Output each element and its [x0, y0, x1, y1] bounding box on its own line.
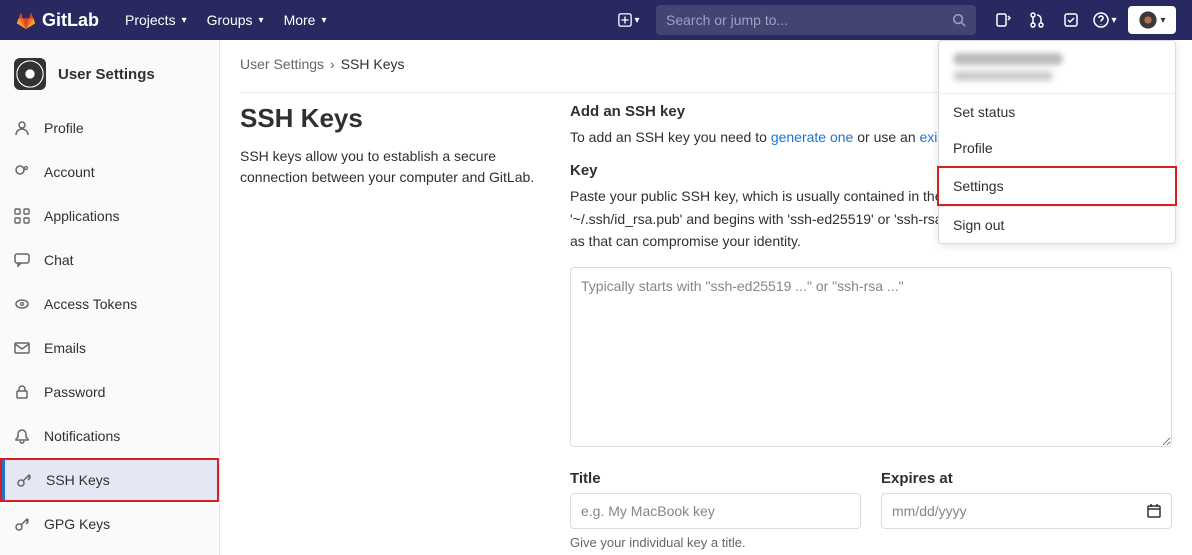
- bell-icon: [14, 428, 30, 444]
- sidebar-header: User Settings: [0, 50, 219, 106]
- question-icon: [1093, 12, 1109, 28]
- user-name-blur: [953, 53, 1063, 65]
- generate-key-link[interactable]: generate one: [771, 129, 854, 145]
- nav-plus-button[interactable]: [612, 0, 646, 40]
- token-icon: [14, 296, 30, 312]
- nav-issues-button[interactable]: [986, 0, 1020, 40]
- calendar-icon[interactable]: [1146, 503, 1162, 519]
- user-dropdown-menu: Set status Profile Settings Sign out: [938, 40, 1176, 244]
- todo-icon: [1063, 12, 1079, 28]
- chat-icon: [14, 252, 30, 268]
- user-menu-sign-out[interactable]: Sign out: [939, 207, 1175, 243]
- user-avatar-icon: [14, 58, 46, 90]
- nav-more[interactable]: More: [274, 0, 337, 40]
- sidebar-item-gpg-keys[interactable]: GPG Keys: [0, 502, 219, 546]
- profile-icon: [14, 120, 30, 136]
- key-icon: [16, 472, 32, 488]
- plus-box-icon: [618, 13, 632, 27]
- sidebar-item-chat[interactable]: Chat: [0, 238, 219, 282]
- merge-request-icon: [1029, 12, 1045, 28]
- title-field-label: Title: [570, 470, 861, 487]
- sidebar-item-emails[interactable]: Emails: [0, 326, 219, 370]
- chevron-right-icon: ›: [330, 56, 335, 72]
- breadcrumb-root[interactable]: User Settings: [240, 56, 324, 72]
- nav-search-input[interactable]: [666, 12, 952, 28]
- page-title: SSH Keys: [240, 103, 540, 134]
- settings-sidebar: User Settings Profile Account Applicatio…: [0, 40, 220, 555]
- user-menu-profile[interactable]: Profile: [939, 130, 1175, 166]
- nav-groups[interactable]: Groups: [197, 0, 274, 40]
- user-handle-blur: [953, 71, 1053, 81]
- sidebar-item-applications[interactable]: Applications: [0, 194, 219, 238]
- chevron-down-icon: ▾: [1160, 15, 1165, 26]
- applications-icon: [14, 208, 30, 224]
- brand-text: GitLab: [42, 10, 99, 31]
- nav-help-button[interactable]: [1088, 0, 1122, 40]
- user-avatar-icon: [1138, 10, 1158, 30]
- issues-icon: [995, 12, 1011, 28]
- gitlab-logo-icon: [16, 10, 36, 30]
- title-input[interactable]: [570, 493, 861, 529]
- nav-todos-button[interactable]: [1054, 0, 1088, 40]
- sidebar-item-notifications[interactable]: Notifications: [0, 414, 219, 458]
- user-menu-settings[interactable]: Settings: [937, 166, 1177, 206]
- user-menu-header: [939, 41, 1175, 94]
- title-hint: Give your individual key a title.: [570, 535, 861, 550]
- user-menu-set-status[interactable]: Set status: [939, 94, 1175, 130]
- search-icon: [952, 13, 966, 27]
- account-icon: [14, 164, 30, 180]
- nav-user-button[interactable]: ▾: [1128, 6, 1176, 34]
- sidebar-item-account[interactable]: Account: [0, 150, 219, 194]
- lock-icon: [14, 384, 30, 400]
- email-icon: [14, 340, 30, 356]
- sidebar-item-ssh-keys[interactable]: SSH Keys: [0, 458, 219, 502]
- sidebar-item-password[interactable]: Password: [0, 370, 219, 414]
- expires-input[interactable]: [881, 493, 1172, 529]
- brand-logo[interactable]: GitLab: [16, 10, 99, 31]
- nav-search[interactable]: [656, 5, 976, 35]
- sidebar-title: User Settings: [58, 66, 155, 83]
- expires-field-label: Expires at: [881, 470, 1172, 487]
- ssh-key-textarea[interactable]: [570, 267, 1172, 447]
- page-description: SSH keys allow you to establish a secure…: [240, 146, 540, 188]
- nav-merge-button[interactable]: [1020, 0, 1054, 40]
- main-content: User Settings › SSH Keys SSH Keys SSH ke…: [220, 40, 1192, 555]
- sidebar-item-profile[interactable]: Profile: [0, 106, 219, 150]
- breadcrumb-current: SSH Keys: [341, 56, 405, 72]
- top-navbar: GitLab Projects Groups More ▾: [0, 0, 1192, 40]
- nav-projects[interactable]: Projects: [115, 0, 197, 40]
- sidebar-item-access-tokens[interactable]: Access Tokens: [0, 282, 219, 326]
- key-icon: [14, 516, 30, 532]
